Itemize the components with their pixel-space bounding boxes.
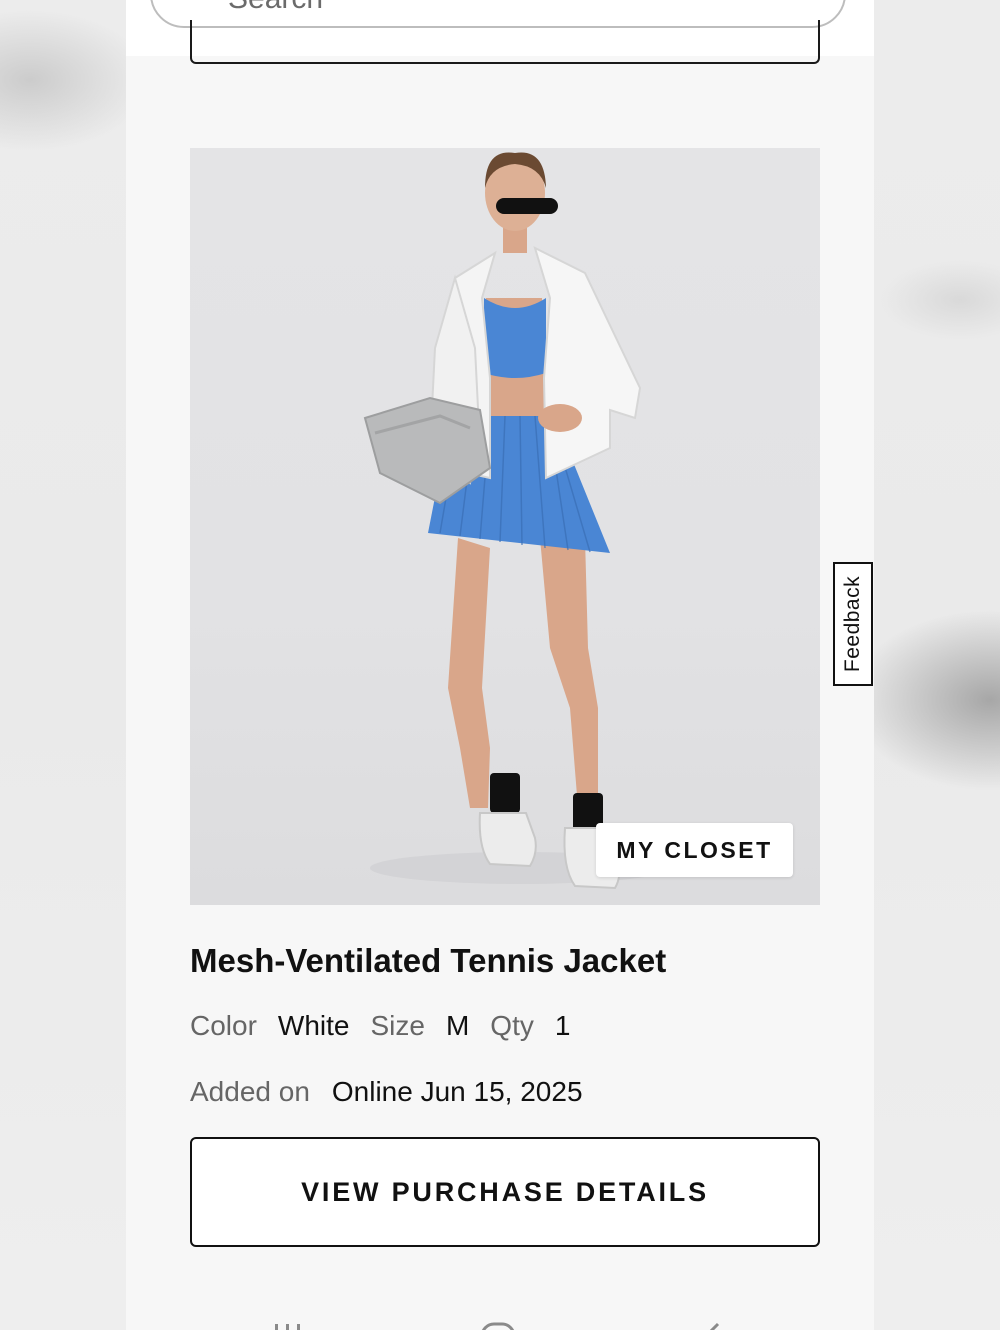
feedback-tab[interactable]: Feedback [833,562,873,686]
qty-label: Qty [490,1010,534,1041]
added-on-value: Online Jun 15, 2025 [331,1076,583,1107]
home-icon[interactable] [478,1322,518,1330]
size-value: M [445,1010,470,1041]
size-label: Size [370,1010,425,1041]
app-screen: Search [126,0,874,1330]
previous-card-edge [190,20,820,64]
model-illustration [363,152,670,890]
feedback-label: Feedback [841,575,865,673]
product-attributes: Color White Size M Qty 1 [190,1010,570,1042]
my-closet-badge[interactable]: MY CLOSET [596,823,793,877]
added-on-row: Added on Online Jun 15, 2025 [190,1076,583,1108]
color-value: White [277,1010,350,1041]
recent-apps-icon[interactable] [271,1322,305,1330]
system-nav-bar [126,1310,874,1330]
color-label: Color [190,1010,257,1041]
product-image[interactable]: MY CLOSET [190,148,820,905]
qty-value: 1 [554,1010,571,1041]
added-on-label: Added on [190,1076,310,1107]
search-placeholder: Search [228,0,323,14]
view-purchase-details-button[interactable]: VIEW PURCHASE DETAILS [190,1137,820,1247]
product-title[interactable]: Mesh-Ventilated Tennis Jacket [190,942,666,980]
back-icon[interactable] [696,1322,726,1330]
